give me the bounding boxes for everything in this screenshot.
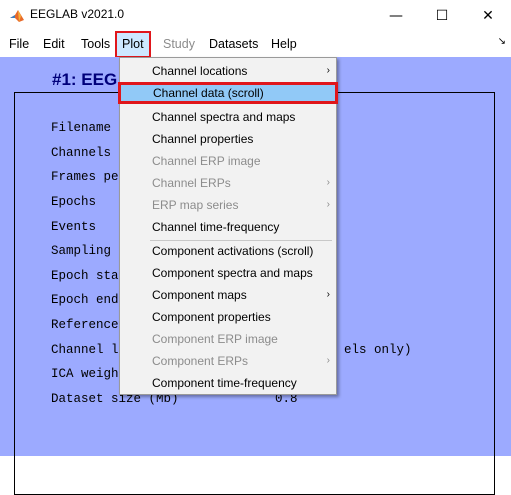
info-label-sampling: Sampling — [51, 244, 112, 258]
title-bar[interactable]: EEGLAB v2021.0 — ☐ ✕ — [0, 0, 511, 31]
close-button[interactable]: ✕ — [465, 0, 511, 31]
info-label-channel-locations: Channel l — [51, 343, 119, 357]
menu-item-label: Channel spectra and maps — [152, 110, 296, 124]
info-label-frames: Frames pe — [51, 170, 119, 184]
maximize-button[interactable]: ☐ — [419, 0, 465, 31]
menu-item-label: Channel locations — [152, 64, 248, 78]
menu-item-label: Channel time-frequency — [152, 220, 280, 234]
submenu-arrow-icon: › — [326, 289, 330, 300]
plot-menu-component-erp-image[interactable]: Component ERP image — [120, 328, 336, 350]
menu-item-label: Component time-frequency — [152, 376, 297, 390]
submenu-arrow-icon: › — [326, 355, 330, 366]
plot-menu-component-maps[interactable]: Component maps › — [120, 284, 336, 306]
menu-item-label: Component activations (scroll) — [152, 244, 314, 258]
menu-item-label: Channel properties — [152, 132, 254, 146]
info-label-events: Events — [51, 220, 97, 234]
plot-menu-channel-data-scroll[interactable]: Channel data (scroll) — [118, 82, 338, 104]
plot-menu-dropdown: Channel locations › Channel data (scroll… — [118, 57, 338, 395]
close-icon: ✕ — [482, 7, 494, 24]
menu-study[interactable]: Study — [159, 34, 199, 54]
info-label-epoch-start: Epoch sta — [51, 269, 119, 283]
menu-item-label: Component ERPs — [152, 354, 249, 368]
menu-help[interactable]: Help — [267, 34, 301, 54]
plot-menu-channel-spectra-maps[interactable]: Channel spectra and maps — [120, 106, 336, 128]
menu-item-label: Component spectra and maps — [152, 266, 313, 280]
plot-menu-component-erps[interactable]: Component ERPs › — [120, 350, 336, 372]
plot-menu-component-time-frequency[interactable]: Component time-frequency — [120, 372, 336, 394]
plot-menu-channel-time-frequency[interactable]: Channel time-frequency — [120, 216, 336, 238]
menu-datasets[interactable]: Datasets — [205, 34, 262, 54]
menu-item-label: Channel ERPs — [152, 176, 231, 190]
info-label-epoch-end: Epoch end — [51, 293, 119, 307]
matlab-icon — [10, 10, 24, 22]
menu-bar: File Edit Tools Plot Study Datasets Help — [0, 31, 511, 58]
info-label-filename: Filename — [51, 121, 112, 135]
dock-arrow-icon[interactable]: ↘ — [498, 36, 506, 47]
minimize-icon: — — [389, 7, 403, 24]
menu-item-label: Component properties — [152, 310, 271, 324]
plot-menu-component-activations-scroll[interactable]: Component activations (scroll) — [120, 240, 336, 262]
plot-menu-component-spectra-maps[interactable]: Component spectra and maps — [120, 262, 336, 284]
menu-plot[interactable]: Plot — [115, 31, 151, 58]
plot-menu-erp-map-series[interactable]: ERP map series › — [120, 194, 336, 216]
info-label-ica-weights: ICA weigh — [51, 367, 119, 381]
dataset-title: #1: EEG — [50, 70, 120, 90]
info-label-channels: Channels — [51, 146, 112, 160]
info-label-epochs: Epochs — [51, 195, 97, 209]
menu-item-label: ERP map series — [152, 198, 239, 212]
menu-edit[interactable]: Edit — [39, 34, 69, 54]
minimize-button[interactable]: — — [373, 0, 419, 31]
plot-menu-channel-erp-image[interactable]: Channel ERP image — [120, 150, 336, 172]
eeglab-window: EEGLAB v2021.0 — ☐ ✕ File Edit Tools Plo… — [0, 0, 511, 495]
info-label-reference: Reference — [51, 318, 119, 332]
plot-menu-component-properties[interactable]: Component properties — [120, 306, 336, 328]
submenu-arrow-icon: › — [326, 177, 330, 188]
menu-item-label: Component ERP image — [152, 332, 278, 346]
menu-item-label: Channel data (scroll) — [153, 86, 264, 100]
submenu-arrow-icon: › — [326, 199, 330, 210]
window-title: EEGLAB v2021.0 — [30, 7, 125, 21]
plot-menu-channel-properties[interactable]: Channel properties — [120, 128, 336, 150]
info-value-channel-locations: els only) — [344, 343, 412, 357]
maximize-icon: ☐ — [435, 7, 449, 24]
menu-tools[interactable]: Tools — [77, 34, 114, 54]
menu-file[interactable]: File — [5, 34, 33, 54]
menu-item-label: Channel ERP image — [152, 154, 261, 168]
plot-menu-channel-erps[interactable]: Channel ERPs › — [120, 172, 336, 194]
menu-item-label: Component maps — [152, 288, 247, 302]
plot-menu-channel-locations[interactable]: Channel locations › — [120, 60, 336, 82]
submenu-arrow-icon: › — [326, 65, 330, 76]
